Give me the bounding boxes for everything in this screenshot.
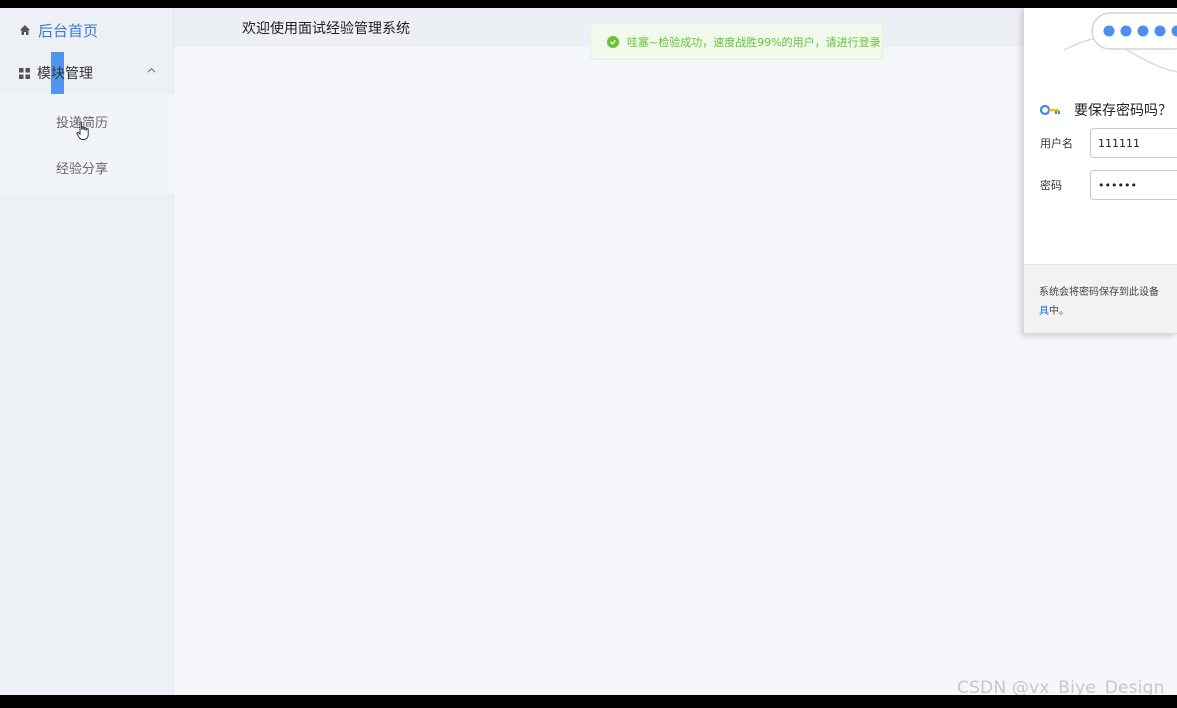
- toast-message: 哇塞~检验成功，速度战胜99%的用户，请进行登录: [627, 35, 881, 49]
- chevron-up-icon[interactable]: [147, 66, 156, 75]
- submenu-module-management: 投递简历 经验分享: [0, 94, 174, 194]
- grid-icon: [19, 67, 30, 79]
- key-icon: [1040, 104, 1060, 116]
- bottom-black-bar: [0, 695, 1177, 708]
- footer-text: 系统会将密码保存到此设备: [1039, 287, 1159, 298]
- sidebar-item-home[interactable]: 后台首页: [0, 8, 174, 52]
- save-password-title: 要保存密码吗？: [1074, 103, 1172, 119]
- password-label: 密码: [1040, 179, 1062, 192]
- success-toast: 哇塞~检验成功，速度战胜99%的用户，请进行登录: [590, 23, 883, 60]
- password-illustration-icon: [1063, 12, 1177, 73]
- app-window: 后台首页 模块管理 投递简历 经验分享 欢迎使用面试经验: [0, 8, 1177, 698]
- top-black-bar: [0, 0, 1177, 8]
- sidebar-item-module-management[interactable]: 模块管理: [0, 52, 174, 94]
- sidebar-item-experience-sharing[interactable]: 经验分享: [0, 144, 174, 190]
- check-circle-icon: [607, 35, 619, 48]
- page-title: 欢迎使用面试经验管理系统: [242, 21, 410, 37]
- hand-pointer-cursor-icon: [76, 121, 89, 140]
- save-password-footer: 系统会将密码保存到此设备 具中。: [1024, 264, 1177, 333]
- sidebar-item-home-label: 后台首页: [38, 21, 99, 40]
- save-password-dialog: 要保存密码吗？ 用户名 密码 系统会将密码保存到此设备 具中。: [1023, 8, 1177, 334]
- home-icon: [20, 25, 30, 35]
- sidebar-item-module-label: 模块管理: [37, 52, 93, 94]
- save-password-title-row: 要保存密码吗？: [1040, 100, 1172, 120]
- footer-tail: 中。: [1049, 306, 1069, 317]
- module-label-text: 模块管理: [37, 66, 93, 82]
- password-input[interactable]: [1090, 170, 1177, 200]
- footer-link[interactable]: 具: [1039, 306, 1049, 317]
- password-row: 密码: [1040, 170, 1177, 200]
- sidebar: 后台首页 模块管理 投递简历 经验分享: [0, 8, 174, 695]
- username-row: 用户名: [1040, 128, 1177, 158]
- username-label: 用户名: [1040, 137, 1073, 150]
- username-input[interactable]: [1090, 128, 1177, 158]
